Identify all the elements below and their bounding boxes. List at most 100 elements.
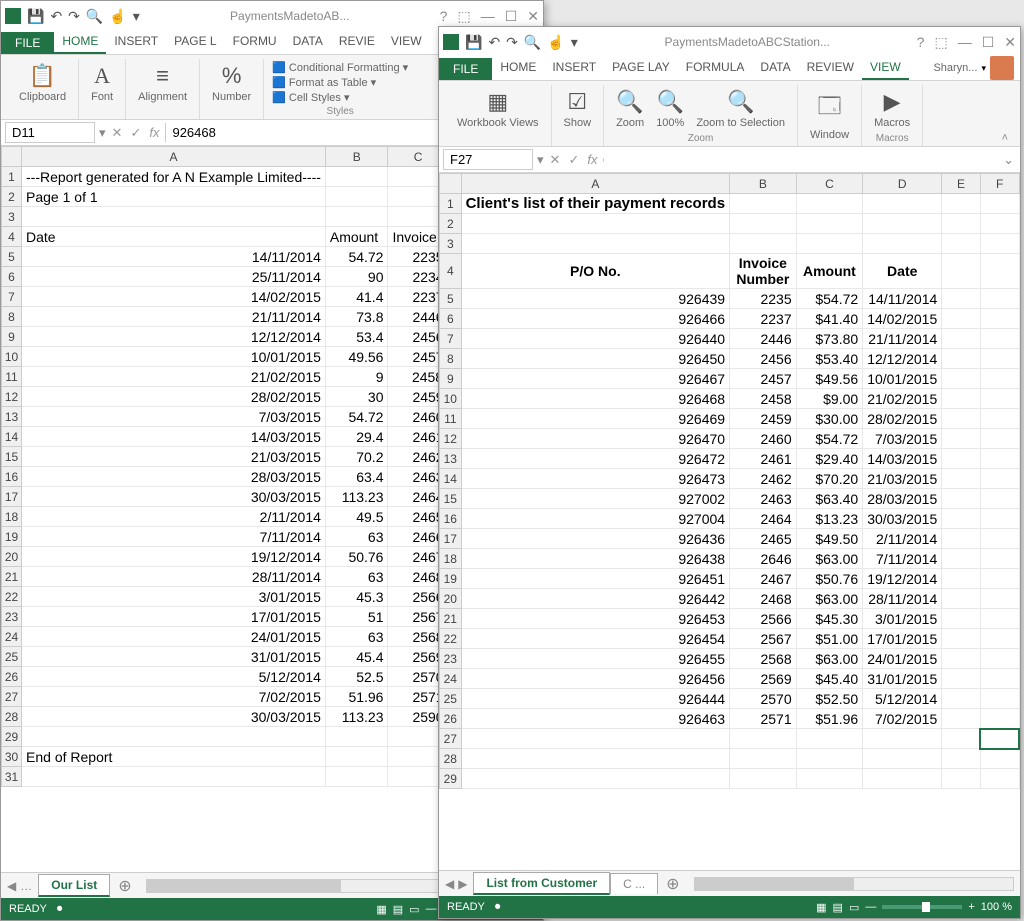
cell-E16[interactable] [942,509,980,529]
cell-D22[interactable]: 17/01/2015 [863,629,942,649]
cell-F9[interactable] [980,369,1019,389]
cell-F8[interactable] [980,349,1019,369]
cell-B21[interactable]: 63 [325,567,388,587]
cell-B28[interactable] [730,749,797,769]
cell-E29[interactable] [942,769,980,789]
cell-D10[interactable]: 21/02/2015 [863,389,942,409]
macro-record-icon[interactable]: ⏺ [495,901,501,914]
cell-B27[interactable] [730,729,797,749]
cell-A13[interactable]: 926472 [461,449,729,469]
cell-D24[interactable]: 31/01/2015 [863,669,942,689]
ribbon-tab-home[interactable]: HOME [54,30,106,54]
cell-A14[interactable]: 926473 [461,469,729,489]
cell-E5[interactable] [942,289,980,309]
file-tab[interactable]: FILE [1,32,54,54]
cell-B27[interactable]: 51.96 [325,687,388,707]
ribbon-tab-view[interactable]: VIEW [862,56,909,80]
cell-A27[interactable] [461,729,729,749]
cell-A16[interactable]: 28/03/2015 [22,467,326,487]
name-box[interactable]: F27 [443,149,533,170]
cell-B19[interactable]: 63 [325,527,388,547]
cell-C24[interactable]: $45.40 [796,669,863,689]
qat-dropdown-icon[interactable]: ▾ [571,34,578,51]
row-header-19[interactable]: 19 [2,527,22,547]
cell-A23[interactable]: 17/01/2015 [22,607,326,627]
cell-D3[interactable] [863,234,942,254]
cell-D17[interactable]: 2/11/2014 [863,529,942,549]
cell-F4[interactable] [980,254,1019,289]
ribbon-tab-home[interactable]: HOME [492,56,544,80]
cell-C29[interactable] [796,769,863,789]
formula-input[interactable] [603,158,997,162]
cell-A24[interactable]: 24/01/2015 [22,627,326,647]
cell-A29[interactable] [22,727,326,747]
print-preview-icon[interactable]: 🔍 [524,34,541,51]
cell-A7[interactable]: 926440 [461,329,729,349]
row-header-16[interactable]: 16 [2,467,22,487]
cell-B19[interactable]: 2467 [730,569,797,589]
cell-D7[interactable]: 21/11/2014 [863,329,942,349]
cell-B31[interactable] [325,767,388,787]
accept-formula-icon[interactable]: ✓ [130,125,141,141]
cell-E22[interactable] [942,629,980,649]
cell-D14[interactable]: 21/03/2015 [863,469,942,489]
ribbon-tab-formula[interactable]: FORMULA [678,56,753,80]
select-all-corner[interactable] [2,147,22,167]
column-header-B[interactable]: B [325,147,388,167]
cell-A10[interactable]: 926468 [461,389,729,409]
qat-dropdown-icon[interactable]: ▾ [133,8,140,25]
cell-D18[interactable]: 7/11/2014 [863,549,942,569]
column-header-C[interactable]: C [796,174,863,194]
cell-D19[interactable]: 19/12/2014 [863,569,942,589]
cell-B9[interactable]: 53.4 [325,327,388,347]
tab-nav-prev-icon[interactable]: ◀ [445,877,454,891]
row-header-22[interactable]: 22 [2,587,22,607]
sheet-tab-our-list[interactable]: Our List [38,874,110,897]
cell-A27[interactable]: 7/02/2015 [22,687,326,707]
cell-D28[interactable] [863,749,942,769]
cell-F20[interactable] [980,589,1019,609]
cell-D16[interactable]: 30/03/2015 [863,509,942,529]
row-header-13[interactable]: 13 [440,449,462,469]
cell-C11[interactable]: $30.00 [796,409,863,429]
column-header-B[interactable]: B [730,174,797,194]
cell-B13[interactable]: 2461 [730,449,797,469]
cell-A19[interactable]: 7/11/2014 [22,527,326,547]
minimize-icon[interactable]: — [958,34,972,50]
cell-B2[interactable] [730,214,797,234]
row-header-4[interactable]: 4 [440,254,462,289]
cell-D11[interactable]: 28/02/2015 [863,409,942,429]
zoom-to-selection-button[interactable]: 🔍Zoom to Selection [692,87,789,131]
row-header-3[interactable]: 3 [2,207,22,227]
row-header-28[interactable]: 28 [440,749,462,769]
cell-E13[interactable] [942,449,980,469]
sheet-tab-list-from-customer[interactable]: List from Customer [473,872,610,895]
cell-E20[interactable] [942,589,980,609]
cell-D25[interactable]: 5/12/2014 [863,689,942,709]
row-header-25[interactable]: 25 [440,689,462,709]
cell-F12[interactable] [980,429,1019,449]
font-button[interactable]: AFont [87,61,117,105]
cell-C26[interactable]: $51.96 [796,709,863,729]
cell-A9[interactable]: 12/12/2014 [22,327,326,347]
ribbon-tab-insert[interactable]: INSERT [106,30,166,54]
cell-E8[interactable] [942,349,980,369]
row-header-2[interactable]: 2 [440,214,462,234]
cell-D8[interactable]: 12/12/2014 [863,349,942,369]
cell-A11[interactable]: 926469 [461,409,729,429]
cell-F2[interactable] [980,214,1019,234]
cell-A18[interactable]: 2/11/2014 [22,507,326,527]
cell-C13[interactable]: $29.40 [796,449,863,469]
cell-B2[interactable] [325,187,388,207]
cell-F15[interactable] [980,489,1019,509]
cell-B26[interactable]: 52.5 [325,667,388,687]
cell-E26[interactable] [942,709,980,729]
cell-F22[interactable] [980,629,1019,649]
cell-B23[interactable]: 51 [325,607,388,627]
cell-D9[interactable]: 10/01/2015 [863,369,942,389]
cell-C23[interactable]: $63.00 [796,649,863,669]
view-page-break-icon[interactable]: ▭ [849,901,859,914]
cell-F24[interactable] [980,669,1019,689]
row-header-12[interactable]: 12 [440,429,462,449]
ribbon-display-icon[interactable]: ⬚ [457,8,470,25]
